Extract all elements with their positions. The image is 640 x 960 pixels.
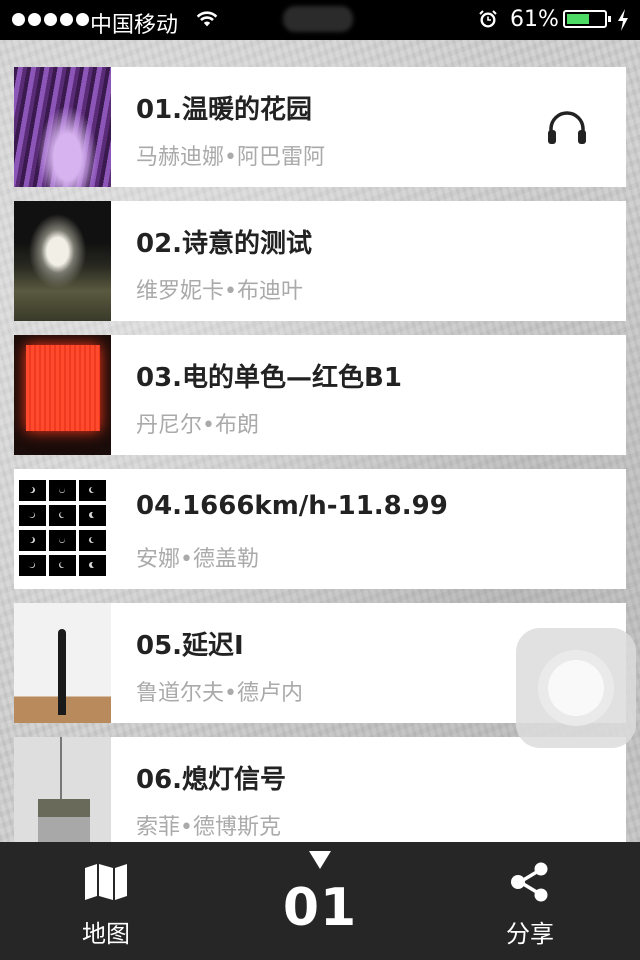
track-title: 05.延迟I — [136, 631, 244, 661]
signal-strength-icon — [12, 13, 89, 26]
map-button[interactable]: 地图 — [66, 862, 146, 952]
track-artist: 丹尼尔•布朗 — [136, 413, 259, 438]
headphone-icon[interactable] — [546, 109, 588, 145]
track-item[interactable]: 06.熄灯信号 索菲•德博斯克 — [14, 737, 626, 857]
track-item[interactable]: 02.诗意的测试 维罗妮卡•布迪叶 — [14, 201, 626, 321]
battery-icon — [563, 10, 611, 28]
assistive-touch-button[interactable] — [516, 628, 636, 748]
track-artist: 索菲•德博斯克 — [136, 815, 281, 840]
alarm-clock-icon — [479, 10, 497, 28]
track-thumbnail-projection — [14, 201, 111, 321]
track-title: 01.温暖的花园 — [136, 95, 313, 125]
current-track-indicator[interactable]: 01 — [280, 850, 360, 938]
map-label: 地图 — [82, 920, 130, 948]
battery-percent: 61% — [510, 7, 559, 32]
track-title: 04.1666km/h-11.8.99 — [136, 491, 448, 521]
current-track-number: 01 — [282, 878, 358, 938]
track-title: 02.诗意的测试 — [136, 229, 313, 259]
map-icon — [85, 864, 127, 900]
track-title: 03.电的单色—红色B1 — [136, 363, 402, 393]
carrier-name: 中国移动 — [90, 13, 179, 38]
track-item[interactable]: 03.电的单色—红色B1 丹尼尔•布朗 — [14, 335, 626, 455]
obscured-status-area — [283, 6, 353, 32]
bottom-toolbar: 地图 01 分享 — [0, 842, 640, 960]
charging-bolt-icon — [618, 9, 628, 31]
track-thumbnail-lamp — [14, 737, 111, 857]
track-artist: 维罗妮卡•布迪叶 — [136, 279, 303, 304]
status-bar: 中国移动 61% — [0, 0, 640, 40]
track-thumbnail-eclipse-grid — [14, 469, 111, 589]
track-thumbnail-red-monochrome — [14, 335, 111, 455]
triangle-down-icon — [309, 851, 331, 869]
track-item[interactable]: 04.1666km/h-11.8.99 安娜•德盖勒 — [14, 469, 626, 589]
share-label: 分享 — [506, 920, 554, 948]
wifi-icon — [196, 11, 218, 27]
track-title: 06.熄灯信号 — [136, 765, 287, 795]
track-thumbnail-sculpture — [14, 603, 111, 723]
track-thumbnail-purple-garden — [14, 67, 111, 187]
track-artist: 安娜•德盖勒 — [136, 547, 259, 572]
share-button[interactable]: 分享 — [490, 862, 570, 952]
track-artist: 马赫迪娜•阿巴雷阿 — [136, 145, 325, 170]
track-item[interactable]: 01.温暖的花园 马赫迪娜•阿巴雷阿 — [14, 67, 626, 187]
track-artist: 鲁道尔夫•德卢内 — [136, 681, 303, 706]
share-icon — [511, 862, 548, 902]
